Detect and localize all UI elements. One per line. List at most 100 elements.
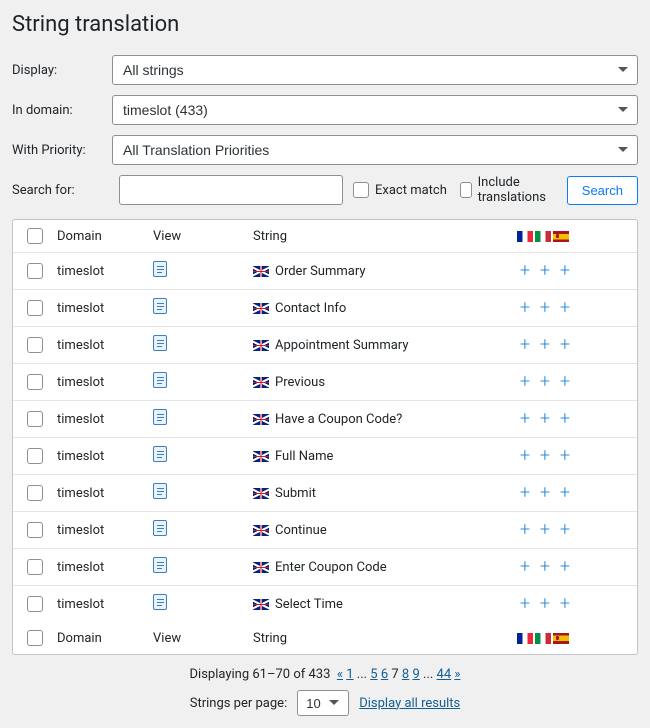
- add-translation-button[interactable]: +: [557, 373, 573, 391]
- view-icon[interactable]: [153, 483, 167, 499]
- view-icon[interactable]: [153, 372, 167, 388]
- row-checkbox[interactable]: [27, 485, 43, 501]
- add-translation-button[interactable]: +: [537, 447, 553, 465]
- search-input[interactable]: [119, 175, 343, 205]
- pagination: Displaying 61–70 of 433 « 1 ... 5 6 7 8 …: [12, 667, 638, 682]
- view-icon[interactable]: [153, 594, 167, 610]
- add-translation-button[interactable]: +: [557, 336, 573, 354]
- select-all-checkbox[interactable]: [27, 228, 43, 244]
- page-title: String translation: [12, 12, 638, 37]
- view-icon[interactable]: [153, 557, 167, 573]
- pagination-link[interactable]: «: [337, 667, 343, 682]
- uk-flag-icon: [253, 599, 269, 610]
- col-string-header[interactable]: String: [253, 229, 517, 244]
- table-row: timeslotFull Name+++: [13, 438, 637, 475]
- row-checkbox[interactable]: [27, 374, 43, 390]
- add-translation-button[interactable]: +: [537, 484, 553, 502]
- view-icon[interactable]: [153, 446, 167, 462]
- add-translation-button[interactable]: +: [517, 484, 533, 502]
- add-translation-button[interactable]: +: [557, 447, 573, 465]
- add-translation-button[interactable]: +: [557, 521, 573, 539]
- view-icon[interactable]: [153, 409, 167, 425]
- col-domain-footer[interactable]: Domain: [57, 631, 153, 646]
- table-row: timeslotPrevious+++: [13, 364, 637, 401]
- add-translation-button[interactable]: +: [517, 299, 533, 317]
- add-translation-button[interactable]: +: [517, 447, 533, 465]
- row-checkbox[interactable]: [27, 448, 43, 464]
- select-all-footer-checkbox[interactable]: [27, 630, 43, 646]
- col-domain-header[interactable]: Domain: [57, 229, 153, 244]
- domain-label: In domain:: [12, 103, 112, 118]
- priority-select[interactable]: All Translation Priorities: [112, 135, 638, 165]
- view-icon[interactable]: [153, 261, 167, 277]
- uk-flag-icon: [253, 414, 269, 425]
- add-translation-button[interactable]: +: [517, 558, 533, 576]
- add-translation-button[interactable]: +: [537, 336, 553, 354]
- es-flag-icon: [553, 633, 569, 644]
- display-label: Display:: [12, 63, 112, 78]
- per-page-select[interactable]: 10: [297, 690, 349, 716]
- pagination-link[interactable]: 1: [346, 667, 353, 682]
- add-translation-button[interactable]: +: [517, 262, 533, 280]
- add-translation-button[interactable]: +: [557, 262, 573, 280]
- add-translation-button[interactable]: +: [537, 521, 553, 539]
- it-flag-icon: [535, 633, 551, 644]
- row-string: Full Name: [275, 449, 333, 464]
- row-string: Enter Coupon Code: [275, 560, 387, 575]
- add-translation-button[interactable]: +: [537, 595, 553, 613]
- row-checkbox[interactable]: [27, 300, 43, 316]
- add-translation-button[interactable]: +: [557, 299, 573, 317]
- include-translations-toggle[interactable]: Include translations: [460, 175, 557, 205]
- add-translation-button[interactable]: +: [537, 299, 553, 317]
- display-all-link[interactable]: Display all results: [359, 696, 460, 711]
- add-translation-button[interactable]: +: [537, 558, 553, 576]
- view-icon[interactable]: [153, 335, 167, 351]
- col-string-footer[interactable]: String: [253, 631, 517, 646]
- uk-flag-icon: [253, 488, 269, 499]
- pagination-link[interactable]: 44: [437, 667, 452, 682]
- add-translation-button[interactable]: +: [517, 595, 533, 613]
- row-checkbox[interactable]: [27, 522, 43, 538]
- add-translation-button[interactable]: +: [557, 595, 573, 613]
- add-translation-button[interactable]: +: [537, 373, 553, 391]
- pagination-link[interactable]: »: [454, 667, 460, 682]
- exact-match-checkbox[interactable]: [353, 182, 369, 198]
- row-checkbox[interactable]: [27, 337, 43, 353]
- add-translation-button[interactable]: +: [557, 484, 573, 502]
- pagination-link[interactable]: 6: [381, 667, 388, 682]
- view-icon[interactable]: [153, 298, 167, 314]
- add-translation-button[interactable]: +: [537, 410, 553, 428]
- row-checkbox[interactable]: [27, 596, 43, 612]
- row-string: Have a Coupon Code?: [275, 412, 402, 427]
- row-domain: timeslot: [57, 597, 153, 612]
- row-checkbox[interactable]: [27, 263, 43, 279]
- pagination-link[interactable]: 8: [402, 667, 409, 682]
- add-translation-button[interactable]: +: [557, 558, 573, 576]
- row-string: Contact Info: [275, 301, 346, 316]
- domain-select[interactable]: timeslot (433): [112, 95, 638, 125]
- uk-flag-icon: [253, 377, 269, 388]
- row-string: Appointment Summary: [275, 338, 408, 353]
- include-translations-checkbox[interactable]: [460, 182, 472, 198]
- strings-table: Domain View String timeslotOrder Summary…: [12, 219, 638, 655]
- row-checkbox[interactable]: [27, 411, 43, 427]
- row-checkbox[interactable]: [27, 559, 43, 575]
- add-translation-button[interactable]: +: [557, 410, 573, 428]
- view-icon[interactable]: [153, 520, 167, 536]
- table-row: timeslotEnter Coupon Code+++: [13, 549, 637, 586]
- add-translation-button[interactable]: +: [517, 410, 533, 428]
- pagination-link[interactable]: 5: [370, 667, 377, 682]
- add-translation-button[interactable]: +: [517, 336, 533, 354]
- exact-match-toggle[interactable]: Exact match: [353, 182, 450, 198]
- display-select[interactable]: All strings: [112, 55, 638, 85]
- search-button[interactable]: Search: [567, 176, 638, 205]
- col-view-footer: View: [153, 631, 253, 646]
- add-translation-button[interactable]: +: [517, 373, 533, 391]
- uk-flag-icon: [253, 340, 269, 351]
- pagination-ellipsis: ...: [423, 667, 437, 682]
- add-translation-button[interactable]: +: [517, 521, 533, 539]
- pagination-link[interactable]: 9: [412, 667, 419, 682]
- add-translation-button[interactable]: +: [537, 262, 553, 280]
- uk-flag-icon: [253, 451, 269, 462]
- pagination-current: 7: [391, 667, 398, 682]
